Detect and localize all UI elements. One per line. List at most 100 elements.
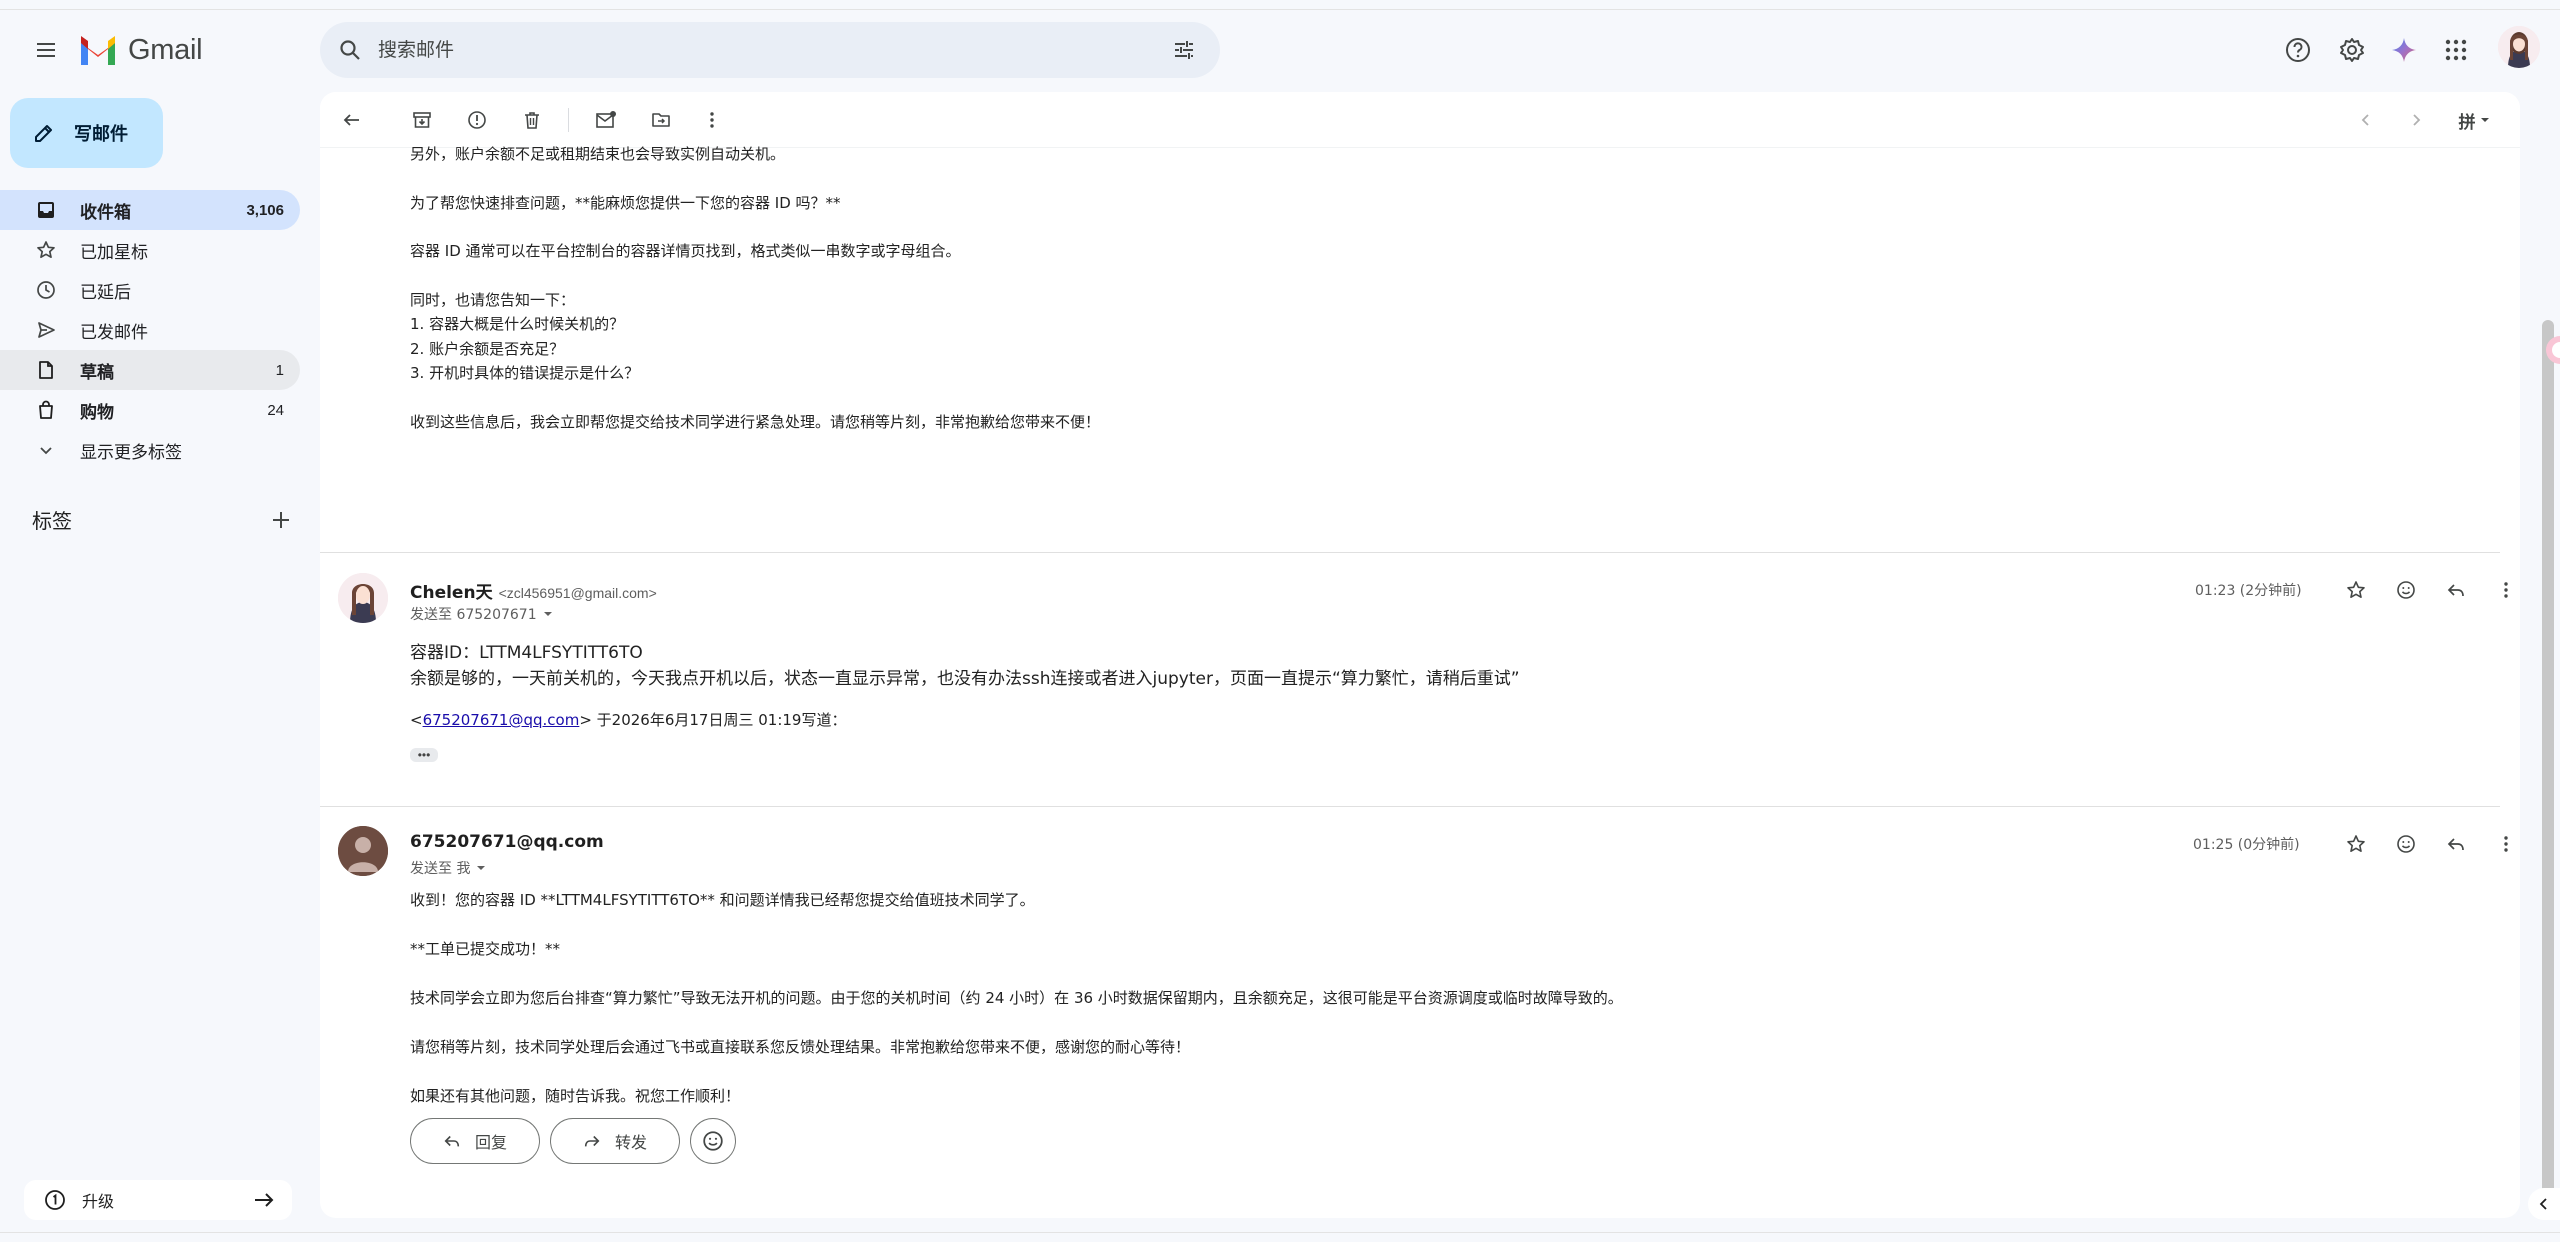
body-line: 同时，也请您告知一下： xyxy=(410,290,576,309)
message-body: 收到！您的容器 ID **LTTM4LFSYTITT6TO** 和问题详情我已经… xyxy=(410,888,1623,1109)
sidebar-item-count: 3,106 xyxy=(246,201,284,219)
thread-view: 另外，账户余额不足或租期结束也会导致实例自动关机。 为了帮您快速排查问题，**能… xyxy=(320,145,2520,1218)
sidebar-item-more[interactable]: 显示更多标签 xyxy=(0,430,300,470)
clock-icon xyxy=(36,280,56,300)
message-body: 容器ID：LTTM4LFSYTITT6TO 余额是够的，一天前关机的，今天我点开… xyxy=(410,640,1520,692)
sidebar-item-starred[interactable]: 已加星标 xyxy=(0,230,300,270)
forward-icon xyxy=(584,1135,600,1147)
reply-button[interactable]: 回复 xyxy=(410,1118,540,1164)
message-actions xyxy=(2338,826,2520,862)
upgrade-button[interactable]: 升级 xyxy=(24,1180,292,1220)
sender-name[interactable]: Chelen天 xyxy=(410,578,493,603)
recipient-text: 发送至 我 xyxy=(410,861,471,877)
apps-grid-icon[interactable] xyxy=(2434,28,2478,72)
sidebar-item-drafts[interactable]: 草稿 1 xyxy=(0,350,300,390)
sidebar-item-snoozed[interactable]: 已延后 xyxy=(0,270,300,310)
recipient-text: 发送至 675207671 xyxy=(410,607,537,623)
input-method-label: 拼 xyxy=(2458,112,2476,133)
forward-label: 转发 xyxy=(614,1133,647,1152)
sidebar-nav: 收件箱 3,106 已加星标 已延后 已发邮件 草稿 1 购物 24 显示更多标… xyxy=(0,190,300,470)
more-vertical-icon[interactable] xyxy=(2488,572,2520,608)
sidebar-item-label: 已发邮件 xyxy=(80,322,148,343)
reply-icon[interactable] xyxy=(2438,572,2474,608)
side-panel-toggle-icon[interactable] xyxy=(2540,330,2560,370)
body-line: 如果还有其他问题，随时告诉我。祝您工作顺利！ xyxy=(410,1087,741,1105)
sender-name[interactable]: 675207671@qq.com xyxy=(410,832,604,852)
labels-header: 标签 xyxy=(32,505,292,534)
sidebar-item-label: 草稿 xyxy=(80,362,114,383)
vertical-scrollbar[interactable] xyxy=(2542,320,2554,1200)
chevron-down-icon xyxy=(36,440,56,460)
sender-avatar[interactable] xyxy=(338,573,388,623)
sidebar-item-label: 购物 xyxy=(80,402,114,423)
body-line: 另外，账户余额不足或租期结束也会导致实例自动关机。 xyxy=(410,145,786,163)
body-line: 余额是够的，一天前关机的，今天我点开机以后，状态一直显示异常，也没有办法ssh连… xyxy=(410,669,1520,689)
settings-gear-icon[interactable] xyxy=(2330,28,2374,72)
search-bar[interactable] xyxy=(320,22,1220,78)
star-icon[interactable] xyxy=(2338,572,2374,608)
help-icon[interactable] xyxy=(2276,28,2320,72)
input-method-selector[interactable]: 拼 xyxy=(2444,102,2504,138)
reply-label: 回复 xyxy=(474,1133,507,1152)
back-arrow-icon[interactable] xyxy=(334,102,370,138)
sidebar-item-count: 1 xyxy=(275,361,284,379)
recipient-line[interactable]: 发送至 我 xyxy=(410,858,486,878)
emoji-react-icon[interactable] xyxy=(2388,572,2424,608)
move-to-folder-icon[interactable] xyxy=(643,102,679,138)
gmail-logo[interactable]: Gmail xyxy=(78,30,203,70)
more-vertical-icon[interactable] xyxy=(2488,826,2520,862)
more-vertical-icon[interactable] xyxy=(694,102,730,138)
quote-email-link[interactable]: 675207671@qq.com xyxy=(423,711,580,729)
body-line: 收到！您的容器 ID **LTTM4LFSYTITT6TO** 和问题详情我已经… xyxy=(410,891,1035,909)
delete-trash-icon[interactable] xyxy=(514,102,550,138)
sidebar-item-label: 显示更多标签 xyxy=(80,442,182,463)
add-label-icon[interactable] xyxy=(270,509,292,531)
emoji-icon xyxy=(703,1131,723,1151)
mark-unread-icon[interactable] xyxy=(588,102,624,138)
upgrade-icon xyxy=(45,1190,65,1210)
recipient-line[interactable]: 发送至 675207671 xyxy=(410,604,553,624)
search-icon[interactable] xyxy=(322,22,378,78)
star-icon xyxy=(36,240,56,260)
compose-button[interactable]: 写邮件 xyxy=(10,98,163,168)
upgrade-label: 升级 xyxy=(82,1192,115,1211)
sender-avatar[interactable] xyxy=(338,826,388,876)
sidebar-item-shopping[interactable]: 购物 24 xyxy=(0,390,300,430)
body-line: 3. 开机时具体的错误提示是什么？ xyxy=(410,364,640,382)
sidebar-item-label: 已延后 xyxy=(80,282,131,303)
pencil-icon xyxy=(35,125,52,142)
send-icon xyxy=(36,320,56,340)
reply-icon[interactable] xyxy=(2438,826,2474,862)
sidebar-item-sent[interactable]: 已发邮件 xyxy=(0,310,300,350)
report-spam-icon[interactable] xyxy=(459,102,495,138)
emoji-reaction-button[interactable] xyxy=(690,1118,736,1164)
shopping-icon xyxy=(36,400,56,420)
account-avatar[interactable] xyxy=(2498,26,2540,68)
forward-button[interactable]: 转发 xyxy=(550,1118,680,1164)
message-divider xyxy=(320,552,2500,553)
prev-message-icon[interactable] xyxy=(2348,102,2384,138)
message-toolbar: 拼 xyxy=(320,92,2520,148)
next-message-icon[interactable] xyxy=(2398,102,2434,138)
prev-message-body: 另外，账户余额不足或租期结束也会导致实例自动关机。 为了帮您快速排查问题，**能… xyxy=(410,142,1100,434)
toolbar-divider xyxy=(568,108,569,132)
message-actions xyxy=(2338,572,2520,608)
body-line: 2. 账户余额是否充足？ xyxy=(410,339,565,358)
gmail-m-icon xyxy=(81,36,115,65)
sender-email: <zcl456951@gmail.com> xyxy=(498,585,657,601)
emoji-react-icon[interactable] xyxy=(2388,826,2424,862)
sidebar-item-label: 已加星标 xyxy=(80,242,148,263)
sidebar-item-count: 24 xyxy=(267,401,284,419)
search-input[interactable] xyxy=(378,39,1156,61)
body-line: **工单已提交成功！** xyxy=(410,940,561,958)
expand-side-panel-button[interactable] xyxy=(2528,1188,2560,1220)
message-time: 01:25 (0分钟前) xyxy=(2193,837,2300,853)
gemini-sparkle-icon[interactable] xyxy=(2382,28,2426,72)
body-line: 请您稍等片刻，技术同学处理后会通过飞书或直接联系您反馈处理结果。非常抱歉给您带来… xyxy=(410,1038,1191,1056)
star-icon[interactable] xyxy=(2338,826,2374,862)
main-menu-button[interactable] xyxy=(24,28,68,72)
search-options-icon[interactable] xyxy=(1156,22,1212,78)
archive-icon[interactable] xyxy=(404,102,440,138)
show-trimmed-content-button[interactable]: ••• xyxy=(410,748,438,762)
sidebar-item-inbox[interactable]: 收件箱 3,106 xyxy=(0,190,300,230)
